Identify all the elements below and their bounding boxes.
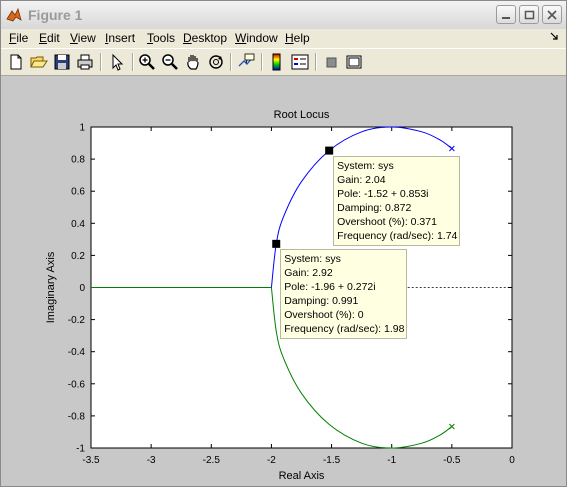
datatip-line: Gain: 2.92 [284, 266, 333, 279]
matlab-icon [6, 7, 22, 22]
figure-window: Figure 1 File Edit View Insert Tools Des… [0, 0, 567, 487]
y-tick-label: -0.6 [68, 379, 86, 390]
datatip-line: Damping: 0.872 [337, 201, 412, 214]
datatip-line: System: sys [284, 252, 341, 265]
print-figure-icon[interactable] [75, 52, 95, 72]
datatip-line: Gain: 2.04 [337, 173, 386, 186]
minimize-button[interactable] [496, 5, 516, 24]
insert-colorbar-icon[interactable] [267, 52, 287, 72]
x-tick-label: -3 [147, 455, 156, 466]
maximize-button[interactable] [519, 5, 539, 24]
pan-hand-icon[interactable] [183, 52, 203, 72]
minimize-icon [502, 17, 510, 19]
menu-insert[interactable]: Insert [105, 31, 135, 45]
data-cursor-icon[interactable] [236, 52, 256, 72]
datatip-line: Pole: -1.52 + 0.853i [337, 187, 429, 200]
save-figure-icon[interactable] [52, 52, 72, 72]
figure-canvas[interactable]: Root Locus Real Axis Imaginary Axis -3.5 -3 -… [1, 76, 566, 486]
datatip-line: Damping: 0.991 [284, 294, 359, 307]
zoom-out-icon[interactable] [160, 52, 180, 72]
open-file-icon[interactable] [29, 52, 49, 72]
y-tick-label: 0.4 [71, 219, 85, 230]
rotate-3d-icon[interactable] [206, 52, 226, 72]
datatip-line: Overshoot (%): 0 [284, 308, 364, 321]
dock-arrow-icon[interactable] [550, 32, 558, 40]
x-tick-label: 0 [509, 455, 515, 466]
datatip-marker [272, 239, 281, 248]
y-tick-label: 0.8 [71, 155, 85, 166]
y-tick-label: -0.2 [68, 315, 86, 326]
close-icon [547, 10, 557, 20]
new-figure-icon[interactable] [6, 52, 26, 72]
menu-bar: File Edit View Insert Tools Desktop Wind… [1, 29, 566, 48]
hide-plot-tools-icon[interactable] [321, 52, 341, 72]
datatip-marker [325, 146, 334, 155]
chart-title: Root Locus [274, 109, 330, 121]
y-tick-label: 1 [79, 123, 85, 134]
datatip-line: System: sys [337, 159, 394, 172]
menu-help[interactable]: Help [285, 31, 310, 45]
close-button[interactable] [542, 5, 562, 24]
x-tick-label: -0.5 [443, 455, 461, 466]
datatip-box[interactable]: System: sys Gain: 2.92 Pole: -1.96 + 0.272… [280, 248, 408, 339]
x-tick-label: -2.5 [203, 455, 221, 466]
title-bar[interactable]: Figure 1 [1, 1, 566, 30]
y-tick-label: 0.2 [71, 251, 85, 262]
datatip-line: Overshoot (%): 0.371 [337, 215, 437, 228]
zoom-in-icon[interactable] [137, 52, 157, 72]
datatip-line: Pole: -1.96 + 0.272i [284, 280, 376, 293]
window-title: Figure 1 [28, 7, 83, 23]
x-tick-label: -1 [387, 455, 396, 466]
menu-window[interactable]: Window [235, 31, 278, 45]
y-axis-label: Imaginary Axis [45, 251, 57, 323]
y-tick-label: 0 [79, 283, 85, 294]
menu-desktop[interactable]: Desktop [183, 31, 227, 45]
x-axis-label: Real Axis [279, 470, 325, 482]
x-tick-label: -1.5 [323, 455, 341, 466]
x-tick-label: -3.5 [82, 455, 100, 466]
menu-tools[interactable]: Tools [147, 31, 175, 45]
y-tick-label: -0.8 [68, 411, 86, 422]
y-tick-label: 0.6 [71, 187, 85, 198]
insert-legend-icon[interactable] [290, 52, 310, 72]
maximize-icon [524, 10, 535, 20]
datatip-line: Frequency (rad/sec): 1.74 [337, 229, 458, 242]
show-plot-tools-icon[interactable] [344, 52, 364, 72]
menu-view[interactable]: View [70, 31, 96, 45]
datatip-box[interactable]: System: sys Gain: 2.04 Pole: -1.52 + 0.853… [333, 155, 461, 246]
y-tick-label: -1 [76, 444, 85, 455]
menu-file[interactable]: File [9, 31, 28, 45]
edit-plot-icon[interactable] [107, 52, 127, 72]
datatip-line: Frequency (rad/sec): 1.98 [284, 322, 405, 335]
figure-toolbar [1, 48, 566, 76]
x-tick-label: -2 [267, 455, 276, 466]
y-tick-label: -0.4 [68, 347, 86, 358]
menu-edit[interactable]: Edit [39, 31, 60, 45]
